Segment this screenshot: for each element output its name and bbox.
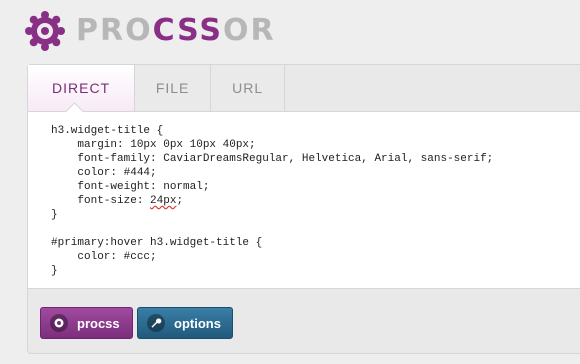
code-line: font-size: 24px;	[51, 195, 184, 207]
procss-button[interactable]: procss	[40, 307, 133, 339]
code-line: #primary:hover h3.widget-title {	[51, 237, 263, 249]
logo-text-or: OR	[223, 13, 276, 48]
code-line: color: #ccc;	[51, 251, 157, 263]
css-code[interactable]: h3.widget-title { margin: 10px 0px 10px …	[51, 124, 493, 278]
logo-text-pro: PRO	[76, 13, 153, 48]
tab-url[interactable]: URL	[211, 65, 286, 111]
options-button-label: options	[174, 315, 221, 331]
code-line: font-family: CaviarDreamsRegular, Helvet…	[51, 153, 494, 165]
options-button[interactable]: options	[137, 307, 233, 339]
wrench-icon	[147, 314, 165, 332]
spellcheck-flag: 24px	[150, 195, 177, 207]
input-panel: DIRECT FILE URL h3.widget-title { margin…	[27, 64, 580, 354]
code-line: font-weight: normal;	[51, 181, 210, 193]
code-line: h3.widget-title {	[51, 125, 164, 137]
logo-wordmark: PROCSSOR	[76, 10, 276, 52]
gear-icon	[50, 314, 68, 332]
code-line: color: #444;	[51, 167, 157, 179]
code-line: }	[51, 265, 58, 277]
code-line: }	[51, 209, 58, 221]
gear-logo-icon	[25, 11, 65, 51]
css-editor[interactable]: h3.widget-title { margin: 10px 0px 10px …	[28, 102, 580, 289]
logo-text-css: CSS	[152, 13, 224, 48]
code-line: margin: 10px 0px 10px 40px;	[51, 139, 256, 151]
input-tabs: DIRECT FILE URL	[28, 65, 286, 111]
tab-direct[interactable]: DIRECT	[28, 65, 136, 111]
logo: PROCSSOR	[24, 10, 276, 52]
tab-file[interactable]: FILE	[135, 65, 212, 111]
procss-button-label: procss	[77, 315, 120, 331]
